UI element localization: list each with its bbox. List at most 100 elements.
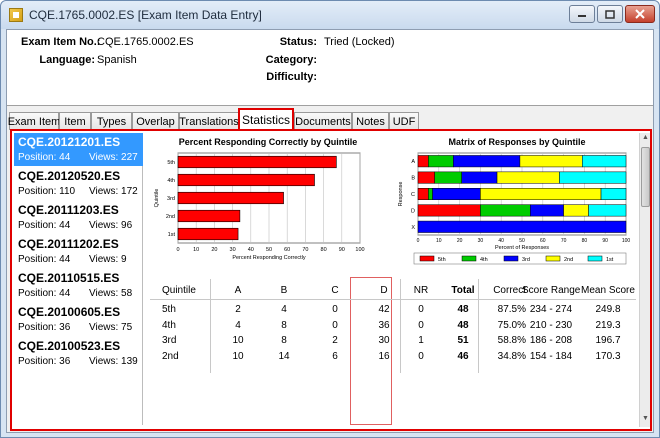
list-item[interactable]: CQE.20111203.ES Position: 44 Views: 96 [14, 201, 143, 234]
item-code: CQE.20100605.ES [18, 305, 121, 319]
category-label: Category: [265, 54, 317, 66]
stack-segment [417, 204, 481, 217]
table-cell: 8 [281, 319, 287, 331]
item-views: Views: 58 [89, 288, 133, 299]
table-cell: 10 [232, 350, 244, 362]
tab-translations[interactable]: Translations [179, 112, 239, 130]
stack-segment [417, 155, 429, 168]
tab-overlap[interactable]: Overlap [132, 112, 179, 130]
exam-item-list[interactable]: CQE.20121201.ES Position: 44 Views: 227 CQE… [14, 133, 143, 425]
title-bar[interactable]: CQE.1765.0002.ES [Exam Item Data Entry] [1, 1, 659, 29]
exam-item-value: CQE.1765.0002.ES [97, 36, 194, 48]
tick-label: 60 [284, 247, 290, 253]
list-item[interactable]: CQE.20111202.ES Position: 44 Views: 9 [14, 235, 143, 268]
app-icon [9, 8, 23, 22]
table-cell: 30 [378, 335, 390, 346]
category-label: X [411, 225, 415, 231]
scroll-up-icon[interactable]: ▲ [641, 134, 650, 144]
item-position: Position: 110 [18, 186, 76, 197]
category-label: B [411, 176, 415, 182]
item-views: Views: 9 [89, 254, 127, 265]
table-cell: 0 [418, 304, 424, 315]
tick-label: 0 [176, 247, 179, 253]
tick-label: 80 [582, 238, 588, 244]
item-position: Position: 44 [18, 152, 71, 163]
status-value: Tried (Locked) [324, 36, 395, 48]
category-label: 4th [167, 178, 175, 184]
language-label: Language: [39, 54, 95, 66]
column-header: D [380, 285, 388, 296]
header-divider [150, 299, 636, 300]
exam-item-label: Exam Item No.: [21, 36, 101, 48]
table-cell: 2 [332, 335, 338, 346]
stack-segment [417, 171, 435, 184]
tick-label: 30 [230, 247, 236, 253]
legend-swatch [419, 255, 435, 262]
tab-exam-item[interactable]: Exam Item [8, 112, 60, 130]
table-cell: 170.3 [595, 350, 621, 362]
item-views: Views: 172 [89, 186, 138, 197]
chart-title: Percent Responding Correctly by Quintile [178, 137, 358, 147]
category-label: 1st [168, 232, 176, 238]
status-label: Status: [279, 36, 317, 48]
table-cell: 51 [457, 335, 469, 346]
tab-udf[interactable]: UDF [389, 112, 419, 130]
tick-label: 70 [302, 247, 308, 253]
legend-swatch [503, 255, 519, 262]
column-header: C [331, 285, 339, 296]
legend-swatch [545, 255, 561, 262]
item-code: CQE.20111202.ES [18, 237, 119, 251]
statistics-panel: CQE.20121201.ES Position: 44 Views: 227 CQE… [10, 129, 652, 431]
maximize-button[interactable] [597, 5, 623, 23]
tab-documents[interactable]: Documents [294, 112, 352, 130]
x-axis-label: Percent of Responses [495, 245, 549, 251]
list-item[interactable]: CQE.20100523.ES Position: 36 Views: 139 [14, 337, 143, 370]
list-item[interactable]: CQE.20120520.ES Position: 110 Views: 172 [14, 167, 143, 200]
item-position: Position: 36 [18, 356, 71, 367]
item-code: CQE.20110515.ES [18, 271, 120, 285]
list-item[interactable]: CQE.20121201.ES Position: 44 Views: 227 [14, 133, 143, 166]
table-cell: 48 [457, 304, 469, 315]
stack-segment [519, 155, 583, 168]
tab-item[interactable]: Item [59, 112, 91, 130]
table-cell: 1 [418, 335, 424, 346]
table-cell: 87.5% [497, 304, 526, 315]
table-cell: 0 [418, 350, 424, 362]
table-cell: 4 [235, 319, 241, 331]
tab-notes[interactable]: Notes [352, 112, 389, 130]
category-label: D [411, 208, 415, 214]
column-header: Score Range [522, 285, 581, 296]
column-header: Mean Score [581, 285, 635, 296]
stack-segment [530, 204, 564, 217]
table-cell: 34.8% [497, 350, 526, 362]
item-position: Position: 44 [18, 254, 71, 265]
vertical-scrollbar[interactable]: ▲ ▼ [639, 133, 650, 427]
list-item[interactable]: CQE.20100605.ES Position: 36 Views: 75 [14, 303, 143, 336]
window-title: CQE.1765.0002.ES [Exam Item Data Entry] [29, 8, 262, 22]
table-cell: 16 [378, 350, 390, 362]
legend-swatch [461, 255, 477, 262]
legend-label: 1st [606, 257, 614, 263]
tick-label: 10 [193, 247, 199, 253]
tick-label: 0 [417, 238, 420, 244]
column-header: B [280, 285, 288, 296]
maximize-icon [605, 9, 615, 19]
tick-label: 50 [266, 247, 272, 253]
close-button[interactable] [625, 5, 655, 23]
item-position: Position: 44 [18, 288, 71, 299]
list-item[interactable]: CQE.20110515.ES Position: 44 Views: 58 [14, 269, 143, 302]
item-code: CQE.20100523.ES [18, 339, 121, 353]
tick-label: 40 [248, 247, 254, 253]
scroll-down-icon[interactable]: ▼ [641, 415, 650, 425]
legend-label: 2nd [564, 257, 573, 263]
window: CQE.1765.0002.ES [Exam Item Data Entry] … [0, 0, 660, 438]
scroll-thumb[interactable] [641, 147, 650, 207]
minimize-button[interactable] [569, 5, 595, 23]
table-cell: 0 [418, 319, 424, 331]
tab-types[interactable]: Types [91, 112, 132, 130]
legend-label: 5th [438, 257, 446, 263]
y-axis-label: Response [398, 182, 404, 207]
stack-segment [417, 188, 429, 200]
close-icon [635, 9, 645, 19]
tab-statistics[interactable]: Statistics [238, 108, 294, 131]
